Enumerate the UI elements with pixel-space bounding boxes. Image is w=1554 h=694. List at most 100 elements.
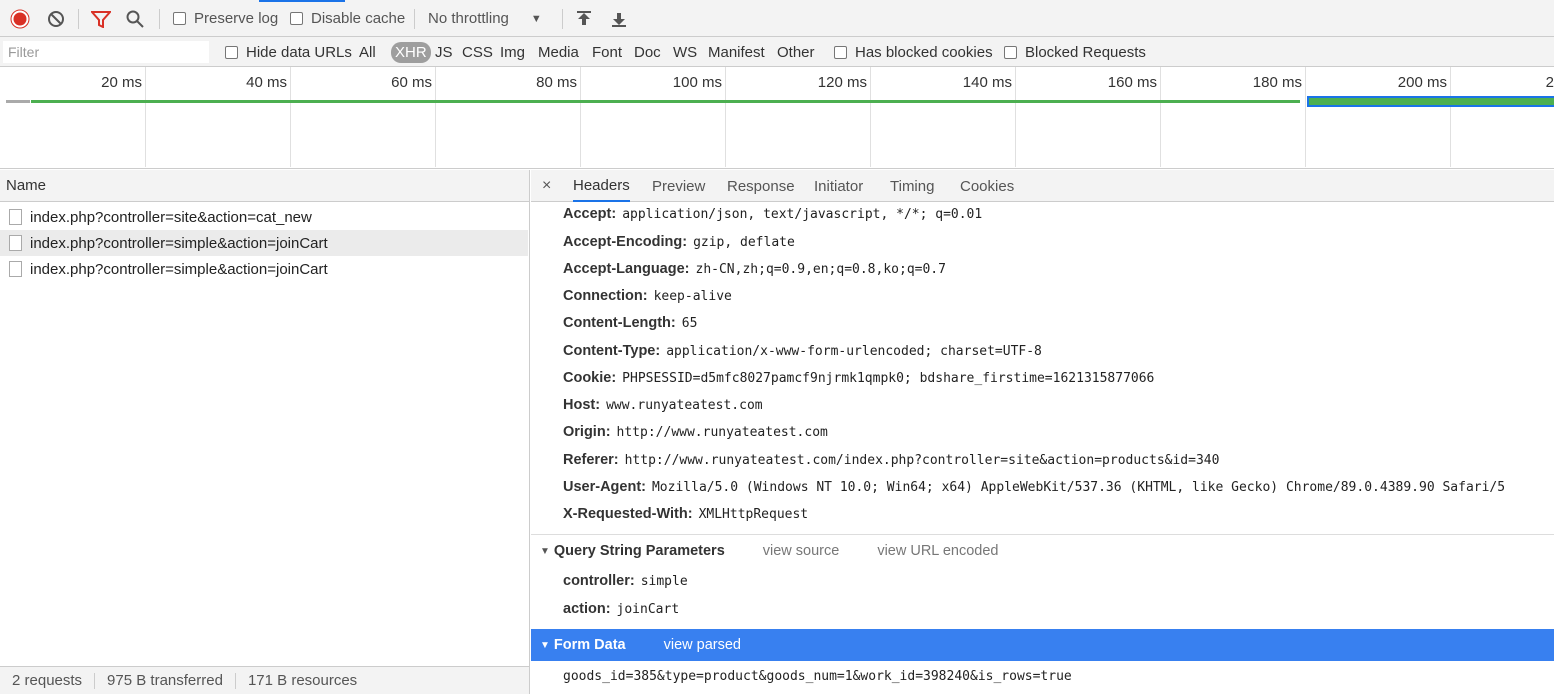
file-icon bbox=[9, 209, 22, 225]
hide-data-urls-label: Hide data URLs bbox=[246, 43, 352, 61]
close-icon[interactable]: × bbox=[542, 170, 551, 202]
grid-line bbox=[290, 67, 291, 167]
name-column-header[interactable]: Name bbox=[0, 170, 529, 202]
filter-input[interactable] bbox=[3, 41, 209, 63]
type-filter-all[interactable]: All bbox=[359, 37, 376, 67]
tick-label: 20 ms bbox=[101, 74, 142, 91]
export-har-button[interactable] bbox=[611, 0, 627, 37]
checkbox-box[interactable] bbox=[173, 12, 186, 25]
tab-cookies[interactable]: Cookies bbox=[960, 170, 1014, 202]
header-value: http://www.runyateatest.com/index.php?co… bbox=[624, 452, 1220, 468]
timeline-overview[interactable]: 20 ms 40 ms 60 ms 80 ms 100 ms 120 ms 14… bbox=[0, 67, 1554, 169]
download-icon bbox=[612, 12, 626, 27]
resources-size: 171 B resources bbox=[247, 672, 358, 689]
request-row-selected[interactable]: index.php?controller=simple&action=joinC… bbox=[0, 230, 528, 256]
tab-preview[interactable]: Preview bbox=[652, 170, 705, 202]
record-button[interactable] bbox=[10, 0, 30, 37]
header-key: X-Requested-With: bbox=[563, 506, 693, 522]
view-source-link[interactable]: view source bbox=[763, 543, 840, 559]
type-filter-font[interactable]: Font bbox=[592, 37, 622, 67]
form-data-section-header[interactable]: ▼ Form Data view parsed bbox=[531, 629, 1554, 661]
header-value: application/json, text/javascript, */*; … bbox=[622, 206, 983, 222]
tab-response[interactable]: Response bbox=[727, 170, 795, 202]
filter-icon bbox=[91, 10, 111, 28]
header-row: Content-Length: 65 bbox=[563, 312, 697, 334]
grid-line bbox=[435, 67, 436, 167]
upload-icon bbox=[577, 10, 591, 25]
request-count: 2 requests bbox=[12, 672, 83, 689]
preserve-log-checkbox[interactable]: Preserve log bbox=[173, 0, 278, 37]
type-filter-img[interactable]: Img bbox=[500, 37, 525, 67]
status-bar: 2 requests 975 B transferred 171 B resou… bbox=[0, 666, 529, 694]
request-row[interactable]: index.php?controller=simple&action=joinC… bbox=[0, 256, 528, 282]
search-icon bbox=[126, 10, 144, 28]
header-value: keep-alive bbox=[653, 288, 732, 304]
has-blocked-cookies-checkbox[interactable]: Has blocked cookies bbox=[834, 37, 993, 67]
header-key: Cookie: bbox=[563, 370, 617, 386]
request-details: × Headers Preview Response Initiator Tim… bbox=[531, 170, 1554, 694]
header-key: Content-Length: bbox=[563, 315, 676, 331]
record-icon bbox=[10, 9, 30, 28]
tab-headers[interactable]: Headers bbox=[573, 170, 630, 202]
type-filter-xhr-label: XHR bbox=[391, 41, 431, 63]
header-row: Accept: application/json, text/javascript… bbox=[563, 203, 982, 225]
view-parsed-link[interactable]: view parsed bbox=[664, 637, 741, 653]
header-key: Accept-Encoding: bbox=[563, 234, 688, 250]
search-button[interactable] bbox=[126, 0, 144, 37]
import-har-button[interactable] bbox=[576, 0, 592, 37]
header-key: Accept-Language: bbox=[563, 261, 690, 277]
timeline-waiting-bar bbox=[6, 100, 30, 103]
request-row[interactable]: index.php?controller=site&action=cat_new bbox=[0, 204, 528, 230]
tick-label: 2 bbox=[1545, 74, 1554, 91]
toolbar-divider bbox=[78, 9, 79, 29]
query-string-title: Query String Parameters bbox=[553, 543, 725, 559]
checkbox-box[interactable] bbox=[290, 12, 303, 25]
header-key: Referer: bbox=[563, 452, 619, 468]
type-filter-other[interactable]: Other bbox=[777, 37, 815, 67]
type-filter-manifest[interactable]: Manifest bbox=[708, 37, 765, 67]
type-filter-css[interactable]: CSS bbox=[462, 37, 493, 67]
triangle-down-icon: ▼ bbox=[540, 639, 550, 651]
header-row: Accept-Language: zh-CN,zh;q=0.9,en;q=0.8,… bbox=[563, 258, 946, 280]
checkbox-box[interactable] bbox=[225, 45, 238, 59]
type-filter-xhr[interactable]: XHR bbox=[391, 37, 431, 67]
grid-line bbox=[870, 67, 871, 167]
type-filter-js[interactable]: JS bbox=[435, 37, 453, 67]
header-value: 65 bbox=[681, 315, 698, 331]
toolbar-divider bbox=[562, 9, 563, 29]
type-filter-ws[interactable]: WS bbox=[673, 37, 697, 67]
chevron-down-icon: ▼ bbox=[530, 12, 542, 25]
throttling-select[interactable]: No throttling ▼ bbox=[428, 0, 542, 37]
filter-toggle-button[interactable] bbox=[91, 0, 111, 37]
disable-cache-checkbox[interactable]: Disable cache bbox=[290, 0, 405, 37]
details-tab-bar: × Headers Preview Response Initiator Tim… bbox=[531, 170, 1554, 202]
checkbox-box[interactable] bbox=[834, 45, 847, 59]
file-icon bbox=[9, 261, 22, 277]
header-value: XMLHttpRequest bbox=[698, 506, 809, 522]
blocked-requests-label: Blocked Requests bbox=[1025, 43, 1146, 61]
view-url-encoded-link[interactable]: view URL encoded bbox=[877, 543, 998, 559]
hide-data-urls-checkbox[interactable]: Hide data URLs bbox=[225, 37, 352, 67]
form-data-value: goods_id=385&type=product&goods_num=1&wo… bbox=[563, 668, 1072, 684]
timeline-selected-bar bbox=[1307, 96, 1554, 107]
tick-label: 200 ms bbox=[1397, 74, 1447, 91]
toolbar-divider bbox=[414, 9, 415, 29]
checkbox-box[interactable] bbox=[1004, 45, 1017, 59]
tab-timing[interactable]: Timing bbox=[890, 170, 934, 202]
header-row: X-Requested-With: XMLHttpRequest bbox=[563, 503, 808, 525]
header-key: Content-Type: bbox=[563, 343, 661, 359]
type-filter-media[interactable]: Media bbox=[538, 37, 579, 67]
form-data-body: goods_id=385&type=product&goods_num=1&wo… bbox=[563, 665, 1072, 687]
header-row: Accept-Encoding: gzip, deflate bbox=[563, 231, 795, 253]
clear-button[interactable] bbox=[47, 0, 65, 37]
header-value: PHPSESSID=d5mfc8027pamcf9njrmk1qmpk0; bd… bbox=[622, 370, 1155, 386]
form-data-title: Form Data bbox=[553, 637, 626, 653]
type-filter-doc[interactable]: Doc bbox=[634, 37, 661, 67]
header-row: User-Agent: Mozilla/5.0 (Windows NT 10.0;… bbox=[563, 476, 1505, 498]
request-name: index.php?controller=site&action=cat_new bbox=[30, 208, 312, 226]
query-string-section-header[interactable]: ▼ Query String Parameters view source vi… bbox=[531, 537, 1554, 565]
triangle-down-icon: ▼ bbox=[540, 545, 550, 557]
tab-initiator[interactable]: Initiator bbox=[814, 170, 863, 202]
toolbar-divider bbox=[159, 9, 160, 29]
blocked-requests-checkbox[interactable]: Blocked Requests bbox=[1004, 37, 1146, 67]
